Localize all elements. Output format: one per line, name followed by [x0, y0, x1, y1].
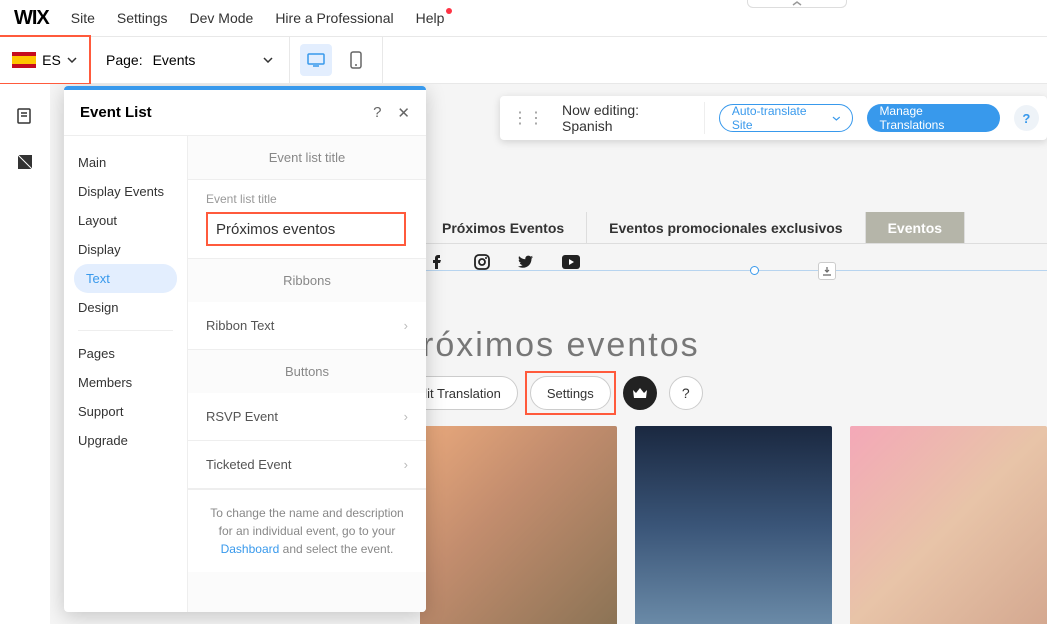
editing-language-bar: ⋮⋮ Now editing: Spanish Auto-translate S… — [500, 96, 1047, 140]
nav-display[interactable]: Display — [64, 235, 187, 264]
nav-support[interactable]: Support — [64, 397, 187, 426]
nav-main[interactable]: Main — [64, 148, 187, 177]
chevron-right-icon: › — [404, 457, 408, 472]
desktop-view-button[interactable] — [300, 44, 332, 76]
language-code: ES — [42, 52, 61, 68]
ribbon-text-row[interactable]: Ribbon Text › — [188, 302, 426, 350]
collapse-handle[interactable] — [747, 0, 847, 8]
event-list-title-input[interactable] — [206, 212, 406, 246]
rsvp-event-row[interactable]: RSVP Event › — [188, 393, 426, 441]
dashboard-link[interactable]: Dashboard — [221, 542, 280, 556]
now-editing-text: Now editing: Spanish — [562, 102, 705, 134]
element-settings-button[interactable]: Settings — [530, 376, 611, 410]
menu-help[interactable]: Help — [416, 10, 445, 26]
pages-icon[interactable] — [15, 106, 35, 126]
language-selector[interactable]: ES — [0, 37, 90, 83]
chevron-down-icon — [67, 57, 77, 63]
ticketed-event-row[interactable]: Ticketed Event › — [188, 441, 426, 489]
menu-devmode[interactable]: Dev Mode — [190, 10, 254, 26]
drag-handle-icon[interactable]: ⋮⋮ — [508, 108, 548, 128]
nav-members[interactable]: Members — [64, 368, 187, 397]
chevron-down-icon — [263, 57, 273, 63]
panel-help-icon[interactable]: ? — [373, 104, 381, 122]
menu-site[interactable]: Site — [71, 10, 95, 26]
section-buttons: Buttons — [188, 350, 426, 393]
crown-icon[interactable] — [623, 376, 657, 410]
page-label: Page: — [106, 52, 143, 68]
tab-proximos[interactable]: Próximos Eventos — [420, 212, 587, 243]
manage-translations-button[interactable]: Manage Translations — [867, 104, 999, 132]
help-icon[interactable]: ? — [669, 376, 703, 410]
close-icon[interactable]: ✕ — [397, 104, 410, 122]
page-value: Events — [153, 52, 196, 68]
nav-pages[interactable]: Pages — [64, 339, 187, 368]
download-icon[interactable] — [818, 262, 836, 280]
panel-title: Event List — [80, 104, 152, 121]
left-rail — [0, 84, 50, 624]
flag-es-icon — [12, 52, 36, 68]
chevron-down-icon — [832, 116, 841, 121]
theme-icon[interactable] — [15, 152, 35, 172]
nav-upgrade[interactable]: Upgrade — [64, 426, 187, 455]
chevron-right-icon: › — [404, 318, 408, 333]
site-tabs: Próximos Eventos Eventos promocionales e… — [420, 212, 1047, 244]
tab-eventos[interactable]: Eventos — [866, 212, 965, 243]
section-ribbons: Ribbons — [188, 259, 426, 302]
device-switch — [290, 37, 383, 83]
canvas-ruler — [420, 264, 1047, 276]
events-gallery — [420, 426, 1047, 624]
panel-content: Event list title Event list title Ribbon… — [188, 136, 426, 612]
wix-logo: WIX — [14, 7, 49, 30]
mobile-view-button[interactable] — [340, 44, 372, 76]
nav-layout[interactable]: Layout — [64, 206, 187, 235]
panel-nav: Main Display Events Layout Display Text … — [64, 136, 188, 612]
event-card[interactable] — [635, 426, 832, 624]
nav-text[interactable]: Text — [74, 264, 177, 293]
menu-settings[interactable]: Settings — [117, 10, 168, 26]
panel-footer-note: To change the name and description for a… — [188, 489, 426, 572]
tab-promocionales[interactable]: Eventos promocionales exclusivos — [587, 212, 865, 243]
nav-display-events[interactable]: Display Events — [64, 177, 187, 206]
event-list-title-field: Event list title — [188, 179, 426, 259]
auto-translate-button[interactable]: Auto-translate Site — [719, 104, 854, 132]
editor-canvas: ⋮⋮ Now editing: Spanish Auto-translate S… — [50, 84, 1047, 624]
field-label: Event list title — [206, 192, 408, 206]
toolbar-row: ES Page: Events — [0, 36, 1047, 84]
page-selector[interactable]: Page: Events — [90, 37, 290, 83]
section-event-list-title: Event list title — [188, 136, 426, 179]
menu-hire[interactable]: Hire a Professional — [275, 10, 393, 26]
top-menu-bar: WIX Site Settings Dev Mode Hire a Profes… — [0, 0, 1047, 36]
event-card[interactable] — [850, 426, 1047, 624]
event-list-settings-panel: Event List ? ✕ Main Display Events Layou… — [64, 86, 426, 612]
chevron-right-icon: › — [404, 409, 408, 424]
help-icon[interactable]: ? — [1014, 105, 1039, 131]
ruler-handle[interactable] — [750, 266, 759, 275]
event-card[interactable] — [420, 426, 617, 624]
nav-design[interactable]: Design — [64, 293, 187, 322]
